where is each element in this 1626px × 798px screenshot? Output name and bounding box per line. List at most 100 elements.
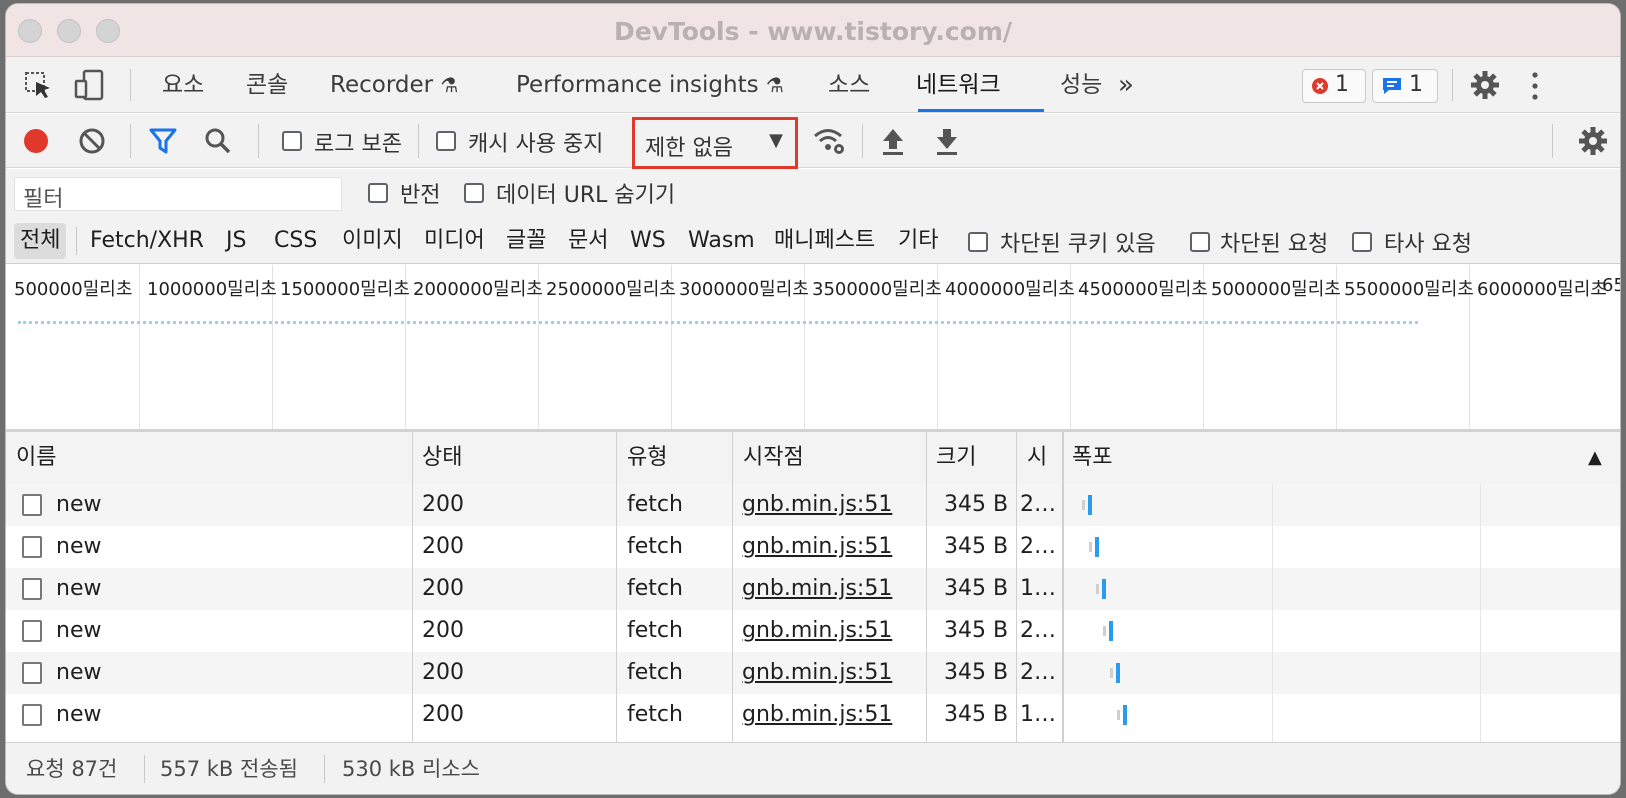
export-har-icon[interactable] — [934, 126, 960, 156]
column-initiator[interactable]: 시작점 — [743, 432, 804, 484]
row-size: 345 B — [944, 702, 1009, 727]
disable-cache-checkbox[interactable] — [436, 131, 456, 151]
third-party-checkbox[interactable] — [1352, 232, 1372, 252]
column-divider[interactable] — [926, 432, 927, 742]
type-all[interactable]: 전체 — [14, 223, 67, 259]
waterfall-wait-bar — [1089, 542, 1092, 552]
clear-icon[interactable] — [78, 127, 106, 155]
row-size: 345 B — [944, 660, 1009, 685]
type-manifest[interactable]: 매니페스트 — [774, 223, 875, 259]
filter-icon[interactable] — [148, 127, 178, 155]
type-doc[interactable]: 문서 — [568, 223, 608, 259]
tab-performance-insights[interactable]: Performance insights ⚗ — [516, 57, 784, 113]
column-waterfall[interactable]: 폭포 — [1072, 432, 1112, 484]
type-js[interactable]: JS — [226, 223, 246, 259]
column-divider[interactable] — [616, 432, 617, 742]
blocked-requests-checkbox[interactable] — [1190, 232, 1210, 252]
table-row[interactable]: new 200 fetch gnb.min.js:51 345 B 2… — [6, 610, 1620, 652]
row-time: 2… — [1020, 492, 1056, 517]
import-har-icon[interactable] — [880, 126, 906, 156]
table-row[interactable]: new 200 fetch gnb.min.js:51 345 B 1… — [6, 568, 1620, 610]
table-row[interactable]: new 200 fetch gnb.min.js:51 345 B 2… — [6, 526, 1620, 568]
waterfall-wait-bar — [1110, 668, 1113, 678]
waterfall-bar — [1095, 537, 1099, 557]
blocked-cookies-checkbox[interactable] — [968, 232, 988, 252]
tab-elements[interactable]: 요소 — [162, 57, 204, 113]
overview-timeline[interactable]: 500000밀리초 1000000밀리초 1500000밀리초 2000000밀… — [6, 265, 1620, 432]
resource-type-bar: 전체 Fetch/XHR JS CSS 이미지 미디어 글꼴 문서 WS Was… — [6, 217, 1620, 264]
type-fetch-xhr[interactable]: Fetch/XHR — [90, 223, 204, 259]
network-settings-gear-icon[interactable] — [1578, 126, 1608, 156]
column-status[interactable]: 상태 — [422, 432, 462, 484]
column-divider[interactable] — [1062, 432, 1064, 742]
type-wasm[interactable]: Wasm — [688, 223, 755, 259]
row-initiator-link[interactable]: gnb.min.js:51 — [742, 610, 892, 652]
invert-checkbox[interactable] — [368, 183, 388, 203]
hide-data-urls-checkbox[interactable] — [464, 183, 484, 203]
preserve-log-label: 로그 보존 — [314, 132, 402, 157]
row-size: 345 B — [944, 492, 1009, 517]
tab-network[interactable]: 네트워크 — [916, 57, 1001, 113]
column-divider[interactable] — [412, 432, 413, 742]
row-initiator-link[interactable]: gnb.min.js:51 — [742, 484, 892, 526]
row-type: fetch — [627, 702, 683, 727]
search-icon[interactable] — [204, 127, 232, 155]
dropdown-arrow-icon: ▼ — [769, 130, 783, 151]
waterfall-bar — [1109, 621, 1113, 641]
divider — [1552, 124, 1553, 158]
column-time[interactable]: 시 — [1027, 432, 1047, 484]
record-icon[interactable] — [22, 127, 50, 155]
tab-performance[interactable]: 성능 — [1060, 57, 1102, 113]
column-divider[interactable] — [1016, 432, 1017, 742]
divider — [1452, 69, 1453, 101]
table-row[interactable]: new 200 fetch gnb.min.js:51 345 B 2… — [6, 484, 1620, 526]
throttling-dropdown[interactable]: 제한 없음 ▼ — [632, 117, 798, 169]
column-divider[interactable] — [732, 432, 733, 742]
overview-request-dots — [18, 321, 1418, 324]
sort-ascending-icon[interactable]: ▲ — [1588, 432, 1602, 484]
inspect-element-icon[interactable] — [24, 71, 54, 101]
column-type[interactable]: 유형 — [627, 432, 667, 484]
network-conditions-icon[interactable] — [812, 125, 848, 157]
row-type: fetch — [627, 534, 683, 559]
invert-label: 반전 — [400, 183, 441, 208]
timeline-tick: 5500000밀리초 — [1344, 279, 1474, 300]
type-image[interactable]: 이미지 — [342, 223, 403, 259]
third-party-label: 타사 요청 — [1384, 232, 1472, 257]
row-name: new — [56, 576, 102, 601]
row-initiator-link[interactable]: gnb.min.js:51 — [742, 694, 892, 736]
row-time: 1… — [1020, 702, 1056, 727]
timeline-tick: 3000000밀리초 — [679, 279, 809, 300]
type-media[interactable]: 미디어 — [424, 223, 485, 259]
more-options-icon[interactable] — [1530, 71, 1540, 101]
table-row[interactable]: new 200 fetch gnb.min.js:51 345 B 1… — [6, 694, 1620, 736]
row-initiator-link[interactable]: gnb.min.js:51 — [742, 568, 892, 610]
tab-sources[interactable]: 소스 — [828, 57, 870, 113]
row-name: new — [56, 702, 102, 727]
messages-badge[interactable]: 1 — [1372, 69, 1438, 103]
waterfall-gridline — [1480, 484, 1481, 742]
type-ws[interactable]: WS — [630, 223, 666, 259]
timeline-tick: 500000밀리초 — [14, 279, 133, 300]
column-size[interactable]: 크기 — [936, 432, 976, 484]
table-header: 이름 상태 유형 시작점 크기 시 폭포 ▲ — [6, 432, 1620, 485]
row-initiator-link[interactable]: gnb.min.js:51 — [742, 526, 892, 568]
active-tab-indicator — [918, 109, 1044, 112]
type-css[interactable]: CSS — [274, 223, 317, 259]
table-row[interactable]: new 200 fetch gnb.min.js:51 345 B 2… — [6, 652, 1620, 694]
device-toolbar-icon[interactable] — [74, 69, 106, 101]
row-size: 345 B — [944, 576, 1009, 601]
settings-gear-icon[interactable] — [1470, 70, 1500, 100]
row-initiator-link[interactable]: gnb.min.js:51 — [742, 652, 892, 694]
more-tabs-button[interactable]: » — [1118, 57, 1134, 113]
errors-badge[interactable]: 1 — [1302, 69, 1366, 103]
filter-input[interactable]: 필터 — [14, 177, 342, 212]
type-font[interactable]: 글꼴 — [506, 223, 546, 259]
type-other[interactable]: 기타 — [898, 223, 938, 259]
timeline-tick: 5000000밀리초 — [1211, 279, 1341, 300]
tab-recorder[interactable]: Recorder ⚗ — [330, 57, 458, 113]
column-name[interactable]: 이름 — [16, 432, 56, 484]
preserve-log-checkbox[interactable] — [282, 131, 302, 151]
tab-console[interactable]: 콘솔 — [246, 57, 288, 113]
timeline-tick: 2500000밀리초 — [546, 279, 676, 300]
